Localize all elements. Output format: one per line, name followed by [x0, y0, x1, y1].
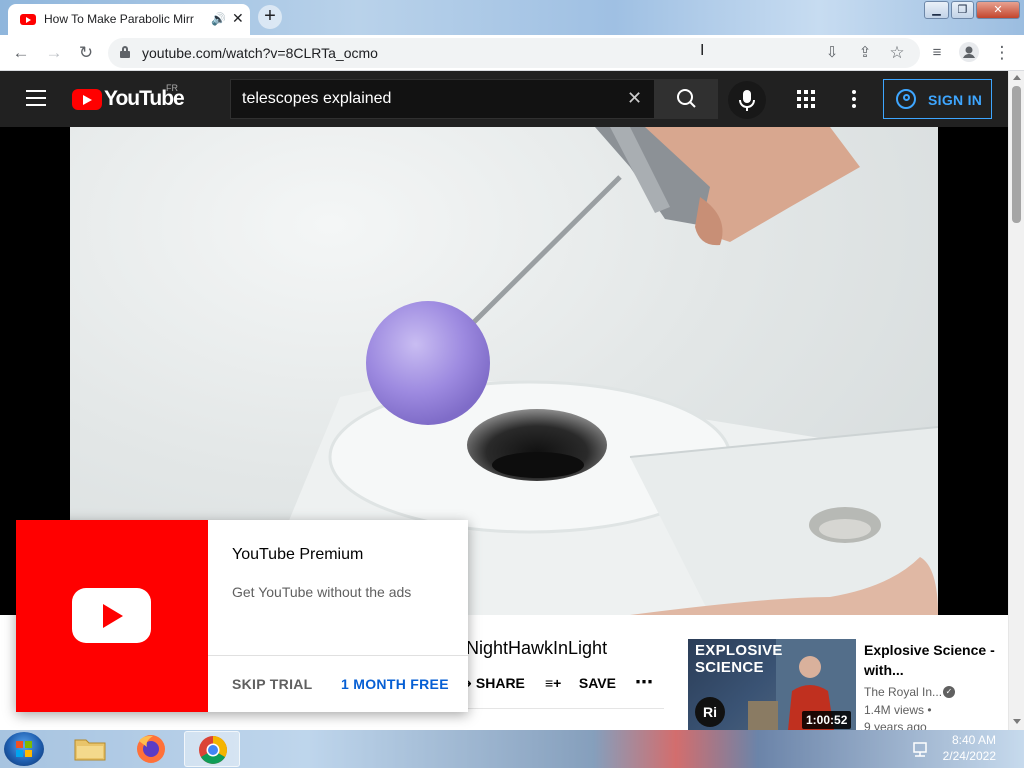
account-icon: [896, 89, 916, 109]
back-arrow-icon[interactable]: ←: [9, 41, 33, 65]
recommended-video-thumbnail[interactable]: EXPLOSIVE SCIENCE Ri 1:00:52: [688, 639, 856, 730]
verified-check-icon: ✓: [943, 686, 955, 698]
profile-icon[interactable]: [957, 41, 981, 65]
video-duration-badge: 1:00:52: [802, 711, 852, 729]
youtube-masthead: YouTube FR telescopes explained ✕ SIGN I…: [0, 71, 1008, 127]
browser-tab-strip: How To Make Parabolic Mirr 🔊 ✕ + ▁ ❐ ✕: [0, 0, 1024, 35]
window-close-button[interactable]: ✕: [976, 1, 1020, 19]
premium-promo-dialog: YouTube Premium Get YouTube without the …: [16, 520, 468, 712]
video-channel-title[interactable]: NightHawkInLight: [466, 638, 607, 659]
recommended-video-title[interactable]: Explosive Science - with...: [864, 640, 1004, 680]
save-button[interactable]: ≡+ SAVE: [545, 675, 616, 691]
tab-audio-icon[interactable]: 🔊: [211, 12, 226, 26]
folder-icon: [74, 739, 106, 761]
media-control-icon[interactable]: ≡: [925, 41, 949, 65]
chrome-menu-icon[interactable]: ⋮: [990, 41, 1014, 65]
country-code: FR: [166, 83, 178, 93]
new-tab-button[interactable]: +: [258, 5, 282, 29]
address-bar[interactable]: youtube.com/watch?v=8CLRTa_ocmo I: [108, 38, 920, 68]
window-restore-button[interactable]: ❐: [951, 1, 974, 19]
share-label: SHARE: [475, 675, 525, 691]
search-query[interactable]: telescopes explained: [242, 90, 391, 108]
search-icon: [677, 89, 696, 108]
tab-title: How To Make Parabolic Mirr: [44, 12, 194, 26]
taskbar-chrome-button[interactable]: [184, 731, 240, 767]
clock-date[interactable]: 2/24/2022: [940, 749, 996, 763]
youtube-play-button-icon: [72, 588, 151, 643]
youtube-play-logo-icon: [72, 89, 102, 110]
tab-close-icon[interactable]: ✕: [232, 10, 244, 27]
browser-tab-active[interactable]: How To Make Parabolic Mirr 🔊 ✕: [8, 4, 250, 35]
recommended-channel-name[interactable]: The Royal In...: [864, 685, 942, 699]
promo-title: YouTube Premium: [232, 546, 364, 563]
network-icon: [913, 742, 927, 757]
share-button[interactable]: ↪ SHARE: [460, 675, 525, 692]
recommended-upload-age: 9 years ago: [864, 720, 927, 730]
text-cursor-icon: I: [700, 42, 705, 59]
clear-search-icon[interactable]: ✕: [627, 88, 642, 109]
recommended-view-count: 1.4M views •: [864, 703, 932, 717]
voice-search-button[interactable]: [728, 81, 766, 119]
thumbnail-title-line2: SCIENCE: [695, 659, 764, 676]
save-label: SAVE: [578, 675, 616, 691]
one-month-free-button[interactable]: 1 MONTH FREE: [341, 676, 449, 692]
guide-menu-icon[interactable]: [26, 90, 46, 106]
url-text[interactable]: youtube.com/watch?v=8CLRTa_ocmo: [142, 45, 378, 61]
settings-more-icon[interactable]: [852, 90, 856, 108]
youtube-apps-icon[interactable]: [797, 90, 815, 108]
windows-logo-icon: [16, 741, 32, 757]
chrome-icon: [199, 736, 227, 764]
save-playlist-icon: ≡+: [545, 675, 562, 691]
scrollbar-thumb[interactable]: [1012, 86, 1021, 223]
lock-icon[interactable]: [120, 46, 130, 58]
youtube-logo[interactable]: YouTube FR: [72, 83, 192, 113]
search-button[interactable]: [655, 79, 718, 119]
page-scrollbar[interactable]: [1008, 71, 1024, 730]
more-actions-icon[interactable]: ⋯: [635, 672, 653, 693]
bookmark-star-icon[interactable]: ☆: [885, 41, 909, 65]
promo-divider: [208, 655, 468, 656]
network-tray-icon[interactable]: [905, 731, 935, 767]
search-input[interactable]: telescopes explained ✕: [230, 79, 655, 119]
forward-arrow-icon[interactable]: →: [42, 41, 66, 65]
taskbar-explorer-button[interactable]: [62, 731, 118, 767]
thumbnail-title-line1: EXPLOSIVE: [695, 642, 783, 659]
scroll-up-arrow-icon[interactable]: [1013, 75, 1021, 80]
youtube-favicon-icon: [20, 14, 36, 25]
sign-in-label: SIGN IN: [928, 92, 983, 108]
clock-time[interactable]: 8:40 AM: [948, 733, 996, 747]
actions-divider: [466, 708, 664, 709]
promo-banner: [16, 520, 208, 712]
sign-in-button[interactable]: SIGN IN: [883, 79, 992, 119]
windows-start-button[interactable]: [4, 732, 44, 766]
reload-icon[interactable]: ↻: [74, 41, 98, 65]
channel-avatar: Ri: [695, 697, 725, 727]
share-page-icon[interactable]: ⇪: [853, 41, 877, 65]
install-app-icon[interactable]: ⇩: [820, 41, 844, 65]
microphone-icon: [739, 90, 755, 111]
scroll-down-arrow-icon[interactable]: [1013, 719, 1021, 724]
windows-taskbar: 8:40 AM 2/24/2022: [0, 730, 1024, 768]
skip-trial-button[interactable]: SKIP TRIAL: [232, 676, 313, 692]
window-minimize-button[interactable]: ▁: [924, 1, 949, 19]
firefox-icon: [137, 735, 165, 763]
taskbar-firefox-button[interactable]: [123, 731, 179, 767]
browser-toolbar: ← → ↻ youtube.com/watch?v=8CLRTa_ocmo I …: [0, 35, 1024, 71]
promo-subtitle: Get YouTube without the ads: [232, 584, 412, 600]
